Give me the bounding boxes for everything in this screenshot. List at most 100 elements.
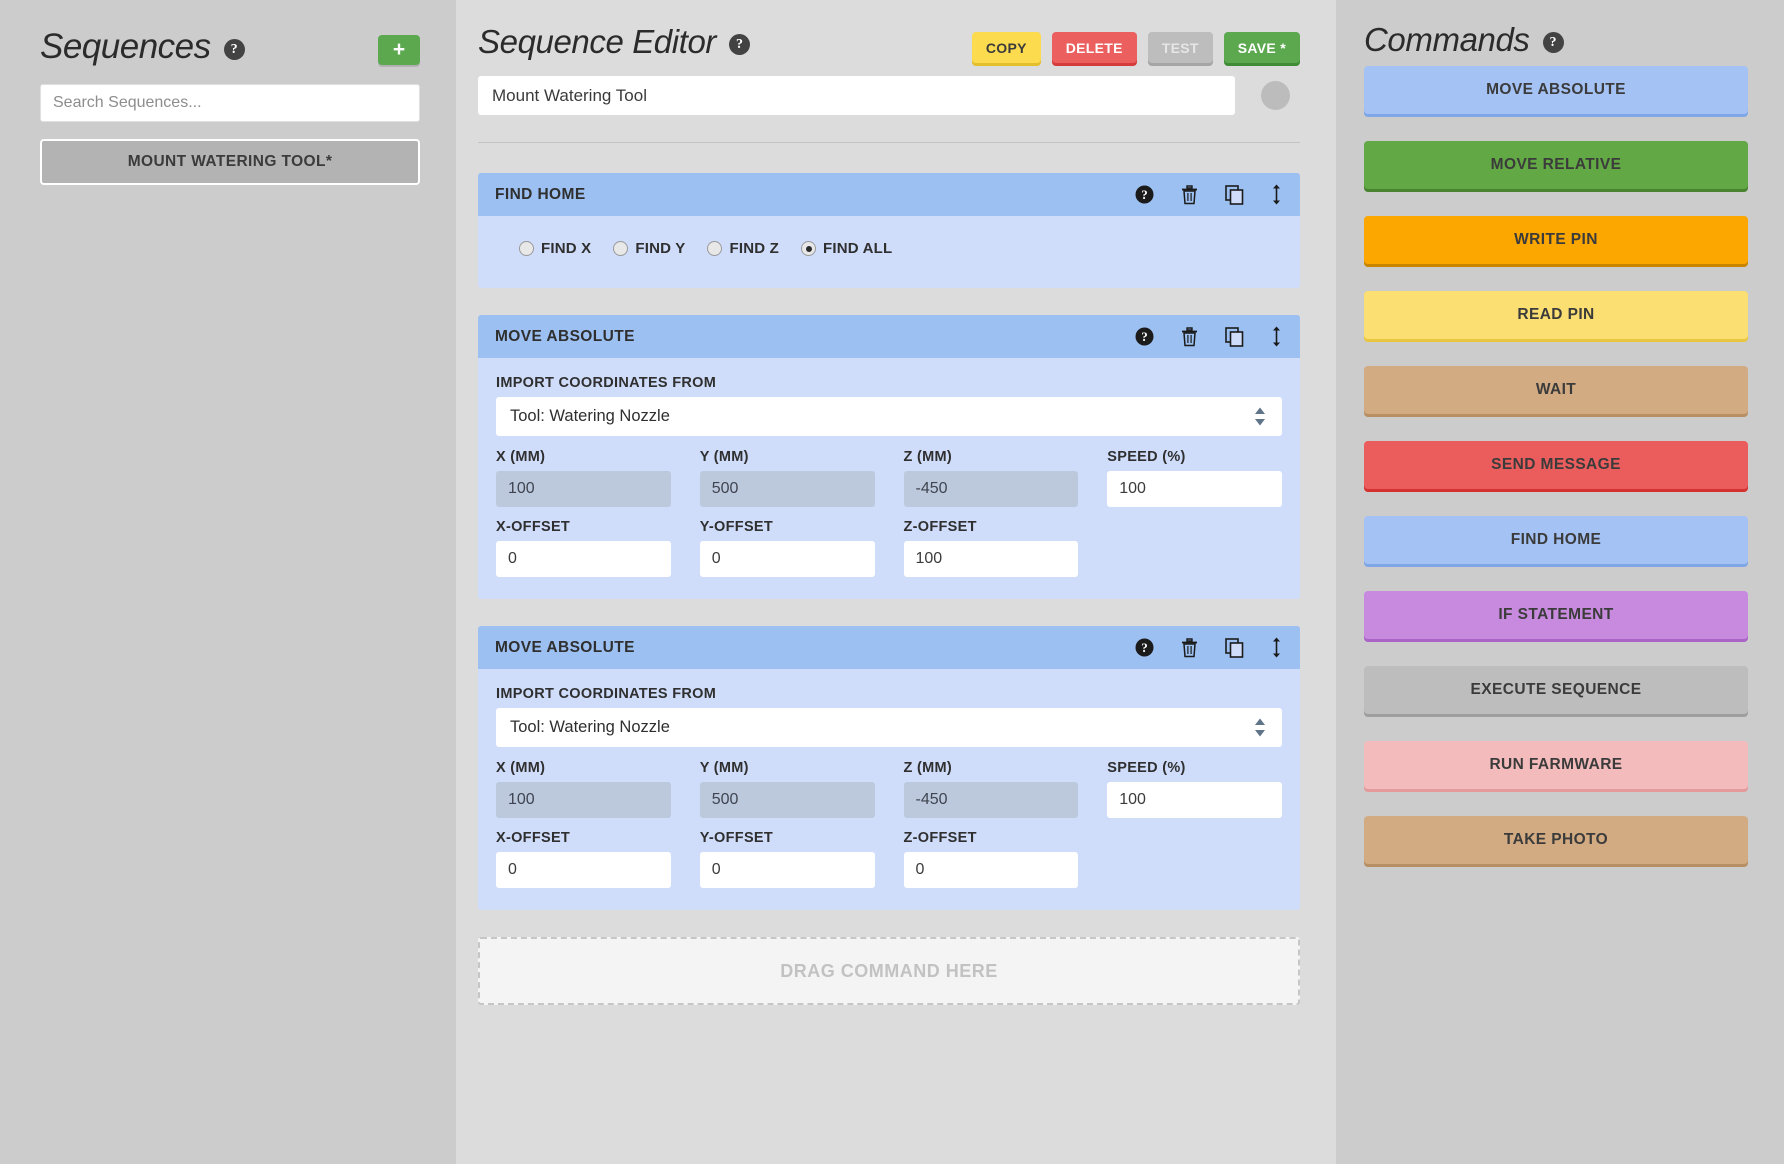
- command-write-pin[interactable]: WRITE PIN: [1364, 216, 1748, 264]
- question-mark-circle-icon[interactable]: ?: [729, 34, 750, 55]
- input-speed[interactable]: [1107, 782, 1282, 818]
- copy-button[interactable]: COPY: [972, 32, 1041, 63]
- command-read-pin[interactable]: READ PIN: [1364, 291, 1748, 339]
- question-mark-circle-icon[interactable]: ?: [224, 39, 245, 60]
- sequence-name-row: [478, 76, 1300, 115]
- help-icon[interactable]: ?: [1135, 185, 1154, 204]
- duplicate-icon[interactable]: [1225, 185, 1244, 205]
- field-label-y: Y (MM): [700, 449, 875, 465]
- sequence-editor-panel: Sequence Editor ? COPY DELETE TEST SAVE …: [456, 0, 1336, 1164]
- trash-icon[interactable]: [1181, 327, 1198, 347]
- offset-spacer: [1107, 830, 1282, 888]
- trash-icon[interactable]: [1181, 185, 1198, 205]
- command-run-farmware[interactable]: RUN FARMWARE: [1364, 741, 1748, 789]
- radio-mark: [613, 241, 628, 256]
- step-icon-group: ?: [1135, 184, 1282, 205]
- command-move-absolute[interactable]: MOVE ABSOLUTE: [1364, 66, 1748, 114]
- step-body: IMPORT COORDINATES FROM Tool: Watering N…: [478, 358, 1300, 599]
- field-label-z-offset: Z-OFFSET: [904, 519, 1079, 535]
- step-header: MOVE ABSOLUTE ?: [478, 626, 1300, 669]
- drag-command-dropzone[interactable]: DRAG COMMAND HERE: [478, 937, 1300, 1005]
- import-coordinates-select[interactable]: Tool: Watering Nozzle: [496, 397, 1282, 436]
- sequences-panel: Sequences ? + MOUNT WATERING TOOL*: [0, 0, 456, 1164]
- command-wait[interactable]: WAIT: [1364, 366, 1748, 414]
- step-body: IMPORT COORDINATES FROM Tool: Watering N…: [478, 669, 1300, 910]
- input-x[interactable]: [496, 471, 671, 507]
- input-x[interactable]: [496, 782, 671, 818]
- test-button[interactable]: TEST: [1148, 32, 1213, 63]
- step-title: FIND HOME: [495, 186, 1135, 204]
- step-title: MOVE ABSOLUTE: [495, 639, 1135, 657]
- save-button[interactable]: SAVE *: [1224, 32, 1300, 63]
- step-header: MOVE ABSOLUTE ?: [478, 315, 1300, 358]
- svg-text:?: ?: [1141, 640, 1148, 655]
- field-label-y: Y (MM): [700, 760, 875, 776]
- sequence-name-input[interactable]: [478, 76, 1235, 115]
- sequence-color-swatch[interactable]: [1261, 81, 1290, 110]
- command-if-statement[interactable]: IF STATEMENT: [1364, 591, 1748, 639]
- step-find-home: FIND HOME ?: [478, 173, 1300, 288]
- input-z[interactable]: [904, 471, 1079, 507]
- question-mark-circle-icon[interactable]: ?: [1543, 32, 1564, 53]
- input-y[interactable]: [700, 782, 875, 818]
- app-root: Sequences ? + MOUNT WATERING TOOL* Seque…: [0, 0, 1784, 1164]
- drag-handle-icon[interactable]: [1271, 184, 1282, 205]
- radio-label: FIND ALL: [823, 240, 892, 257]
- field-label-x: X (MM): [496, 449, 671, 465]
- field-x: X (MM): [496, 449, 671, 507]
- radio-find-x[interactable]: FIND X: [519, 240, 591, 257]
- input-z-offset[interactable]: [904, 852, 1079, 888]
- sequence-steps-list: FIND HOME ?: [478, 173, 1300, 1005]
- import-coordinates-select[interactable]: Tool: Watering Nozzle: [496, 708, 1282, 747]
- field-label-y-offset: Y-OFFSET: [700, 519, 875, 535]
- field-label-z: Z (MM): [904, 760, 1079, 776]
- drag-handle-icon[interactable]: [1271, 637, 1282, 658]
- step-move-absolute-1: MOVE ABSOLUTE ?: [478, 315, 1300, 599]
- field-label-y-offset: Y-OFFSET: [700, 830, 875, 846]
- help-icon[interactable]: ?: [1135, 638, 1154, 657]
- duplicate-icon[interactable]: [1225, 638, 1244, 658]
- radio-mark: [519, 241, 534, 256]
- command-send-message[interactable]: SEND MESSAGE: [1364, 441, 1748, 489]
- radio-label: FIND X: [541, 240, 591, 257]
- search-input[interactable]: [40, 84, 420, 122]
- add-sequence-button[interactable]: +: [378, 35, 420, 65]
- editor-action-buttons: COPY DELETE TEST SAVE *: [972, 32, 1300, 63]
- input-x-offset[interactable]: [496, 541, 671, 577]
- input-y-offset[interactable]: [700, 541, 875, 577]
- input-y-offset[interactable]: [700, 852, 875, 888]
- svg-text:?: ?: [1141, 329, 1148, 344]
- delete-button[interactable]: DELETE: [1052, 32, 1137, 63]
- help-icon[interactable]: ?: [1135, 327, 1154, 346]
- field-speed: SPEED (%): [1107, 760, 1282, 818]
- input-x-offset[interactable]: [496, 852, 671, 888]
- field-x-offset: X-OFFSET: [496, 830, 671, 888]
- radio-find-all[interactable]: FIND ALL: [801, 240, 892, 257]
- field-x-offset: X-OFFSET: [496, 519, 671, 577]
- duplicate-icon[interactable]: [1225, 327, 1244, 347]
- sidebar-item-mount-watering-tool[interactable]: MOUNT WATERING TOOL*: [40, 139, 420, 185]
- input-speed[interactable]: [1107, 471, 1282, 507]
- command-find-home[interactable]: FIND HOME: [1364, 516, 1748, 564]
- offset-spacer: [1107, 519, 1282, 577]
- command-take-photo[interactable]: TAKE PHOTO: [1364, 816, 1748, 864]
- input-y[interactable]: [700, 471, 875, 507]
- command-execute-sequence[interactable]: EXECUTE SEQUENCE: [1364, 666, 1748, 714]
- import-coordinates-label: IMPORT COORDINATES FROM: [496, 375, 1282, 391]
- input-z-offset[interactable]: [904, 541, 1079, 577]
- input-z[interactable]: [904, 782, 1079, 818]
- field-z: Z (MM): [904, 449, 1079, 507]
- field-x: X (MM): [496, 760, 671, 818]
- field-label-z: Z (MM): [904, 449, 1079, 465]
- radio-mark-selected: [801, 241, 816, 256]
- field-label-x: X (MM): [496, 760, 671, 776]
- trash-icon[interactable]: [1181, 638, 1198, 658]
- drag-handle-icon[interactable]: [1271, 326, 1282, 347]
- radio-mark: [707, 241, 722, 256]
- svg-text:?: ?: [1141, 187, 1148, 202]
- command-move-relative[interactable]: MOVE RELATIVE: [1364, 141, 1748, 189]
- field-label-speed: SPEED (%): [1107, 760, 1282, 776]
- step-move-absolute-2: MOVE ABSOLUTE ?: [478, 626, 1300, 910]
- radio-find-y[interactable]: FIND Y: [613, 240, 685, 257]
- radio-find-z[interactable]: FIND Z: [707, 240, 779, 257]
